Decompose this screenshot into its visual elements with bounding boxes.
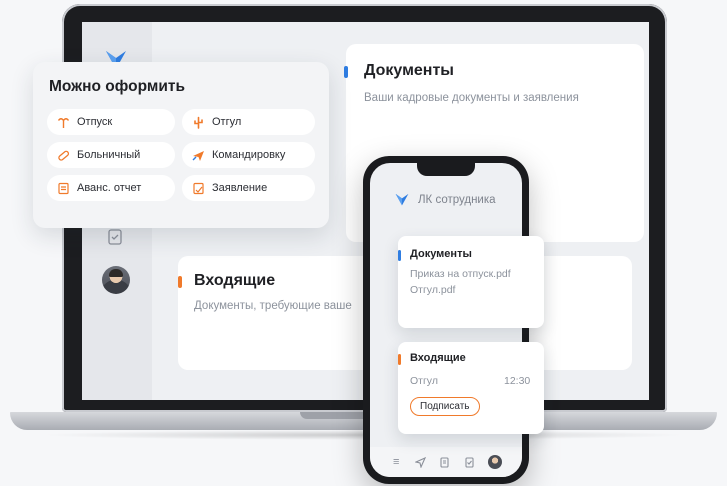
documents-marker xyxy=(344,66,348,78)
phone-tab-bar: ≡ xyxy=(370,447,522,477)
phone-documents-title: Документы xyxy=(410,248,472,260)
phone-inbox-card[interactable]: Входящие Отгул 12:30 Подписать xyxy=(398,342,544,434)
file-item[interactable]: Отгул.pdf xyxy=(410,284,455,296)
plane-icon xyxy=(192,149,205,162)
chip-label: Отпуск xyxy=(77,116,113,128)
panel-title: Можно оформить xyxy=(49,78,185,95)
phone-header: ЛК сотрудника xyxy=(370,185,522,215)
sign-button[interactable]: Подписать xyxy=(410,397,480,416)
app-logo-icon[interactable] xyxy=(394,192,410,209)
chip-label: Командировку xyxy=(212,149,286,161)
chip-vacation[interactable]: Отпуск xyxy=(47,109,175,135)
palm-tree-icon xyxy=(57,116,70,129)
phone-documents-card[interactable]: Документы Приказ на отпуск.pdf Отгул.pdf xyxy=(398,236,544,328)
checklist-icon[interactable] xyxy=(463,456,475,468)
create-request-panel: Можно оформить Отпуск Отгул Больничный К… xyxy=(33,62,329,228)
inbox-subtitle: Документы, требующие ваше xyxy=(194,300,352,312)
chip-label: Заявление xyxy=(212,182,268,194)
checklist-icon[interactable] xyxy=(106,228,124,246)
inbox-item-label: Отгул xyxy=(410,375,438,387)
send-icon[interactable] xyxy=(415,456,427,468)
cactus-icon xyxy=(192,116,205,129)
chip-day-off[interactable]: Отгул xyxy=(182,109,315,135)
chip-label: Больничный xyxy=(77,149,141,161)
documents-title: Документы xyxy=(364,62,454,79)
documents-subtitle: Ваши кадровые документы и заявления xyxy=(364,92,579,104)
inbox-marker xyxy=(178,276,182,288)
inbox-title: Входящие xyxy=(194,272,276,289)
phone-notch xyxy=(417,162,475,176)
chip-label: Отгул xyxy=(212,116,242,128)
user-avatar[interactable] xyxy=(487,455,502,469)
pill-icon xyxy=(57,149,70,162)
inbox-item-time: 12:30 xyxy=(504,375,531,387)
chip-expense-report[interactable]: Аванс. отчет xyxy=(47,175,175,201)
chip-sick-leave[interactable]: Больничный xyxy=(47,142,175,168)
chip-label: Аванс. отчет xyxy=(77,182,142,194)
chip-business-trip[interactable]: Командировку xyxy=(182,142,315,168)
menu-icon[interactable]: ≡ xyxy=(390,456,402,468)
report-icon xyxy=(57,182,70,195)
signed-doc-icon xyxy=(192,182,205,195)
document-icon[interactable] xyxy=(439,456,451,468)
file-item[interactable]: Приказ на отпуск.pdf xyxy=(410,268,511,280)
documents-marker xyxy=(398,250,401,261)
inbox-marker xyxy=(398,354,401,365)
phone-header-title: ЛК сотрудника xyxy=(418,194,496,206)
phone-inbox-title: Входящие xyxy=(410,352,466,364)
chip-application[interactable]: Заявление xyxy=(182,175,315,201)
user-avatar[interactable] xyxy=(102,266,130,294)
